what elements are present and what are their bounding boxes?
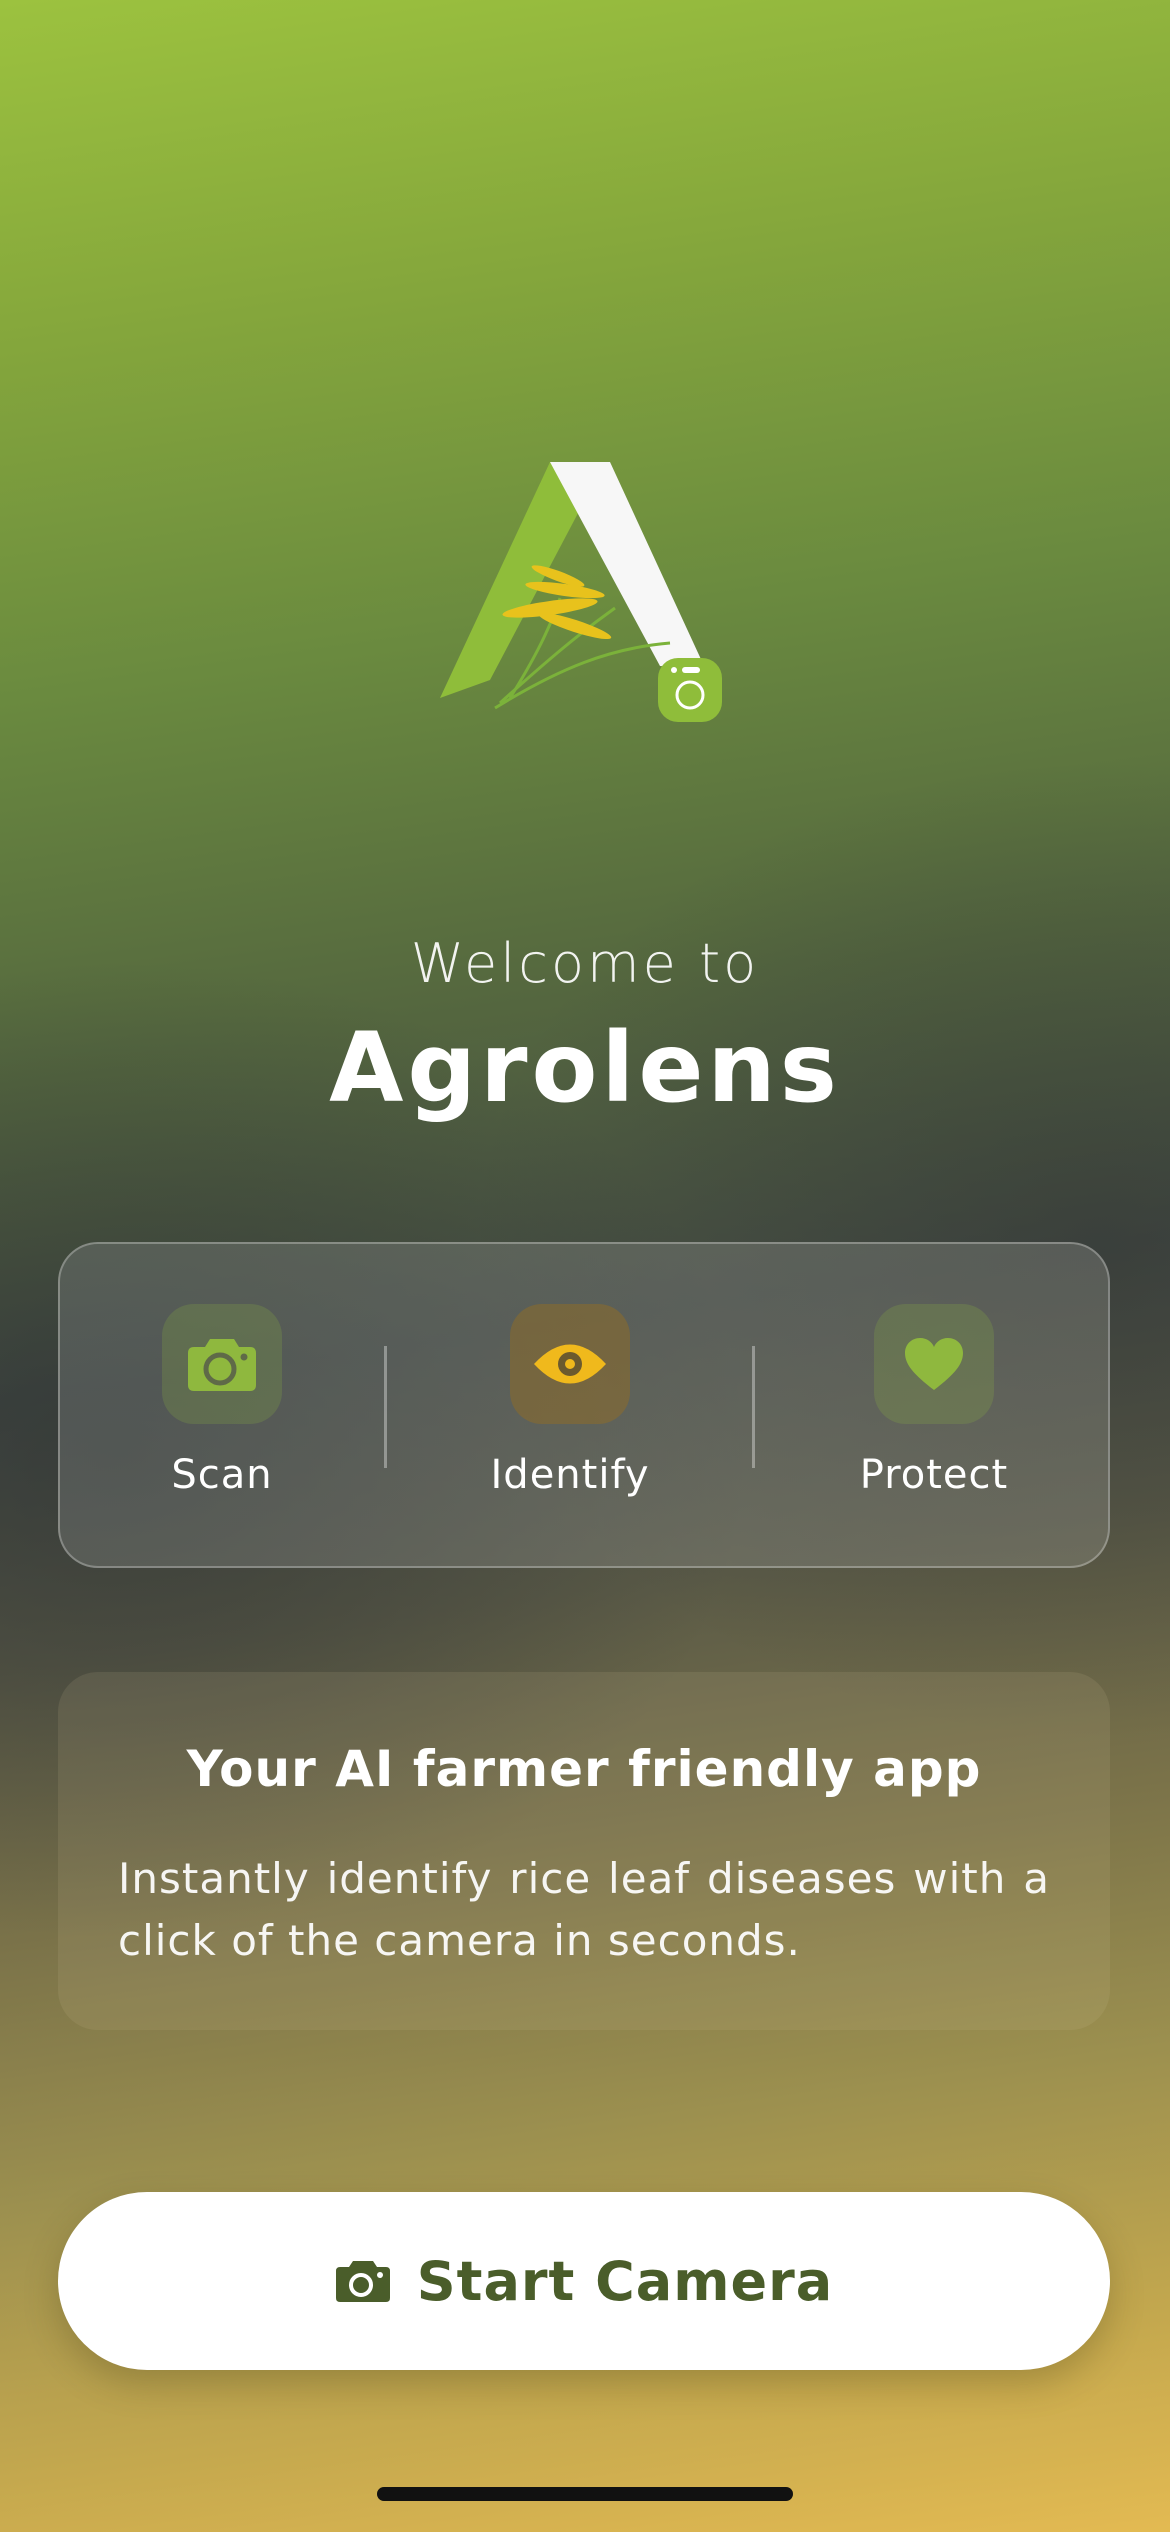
home-indicator[interactable] — [377, 2487, 793, 2501]
feature-identify[interactable]: Identify — [460, 1304, 680, 1498]
feature-divider — [752, 1346, 755, 1468]
features-card: Scan Identify Protect — [58, 1242, 1110, 1568]
info-card: Your AI farmer friendly app Instantly id… — [58, 1672, 1110, 2030]
welcome-screen: Welcome to Agrolens Scan Identify Protec… — [0, 0, 1170, 2532]
feature-scan-label: Scan — [171, 1452, 273, 1498]
heart-icon — [905, 1338, 963, 1390]
welcome-greeting: Welcome to — [410, 932, 760, 995]
app-name-title: Agrolens — [329, 1012, 841, 1124]
feature-protect[interactable]: Protect — [824, 1304, 1044, 1498]
info-description: Instantly identify rice leaf diseases wi… — [118, 1854, 1050, 1965]
protect-icon-box — [874, 1304, 994, 1424]
camera-icon — [335, 2261, 390, 2302]
start-camera-button[interactable]: Start Camera — [58, 2192, 1110, 2370]
feature-protect-label: Protect — [859, 1452, 1009, 1498]
feature-divider — [384, 1346, 387, 1468]
agrolens-logo-icon — [440, 462, 722, 722]
eye-icon — [534, 1344, 606, 1384]
camera-icon — [188, 1339, 256, 1391]
info-title: Your AI farmer friendly app — [186, 1740, 982, 1798]
scan-icon-box — [162, 1304, 282, 1424]
feature-identify-label: Identify — [490, 1452, 650, 1498]
start-camera-label: Start Camera — [416, 2249, 834, 2313]
identify-icon-box — [510, 1304, 630, 1424]
feature-scan[interactable]: Scan — [112, 1304, 332, 1498]
